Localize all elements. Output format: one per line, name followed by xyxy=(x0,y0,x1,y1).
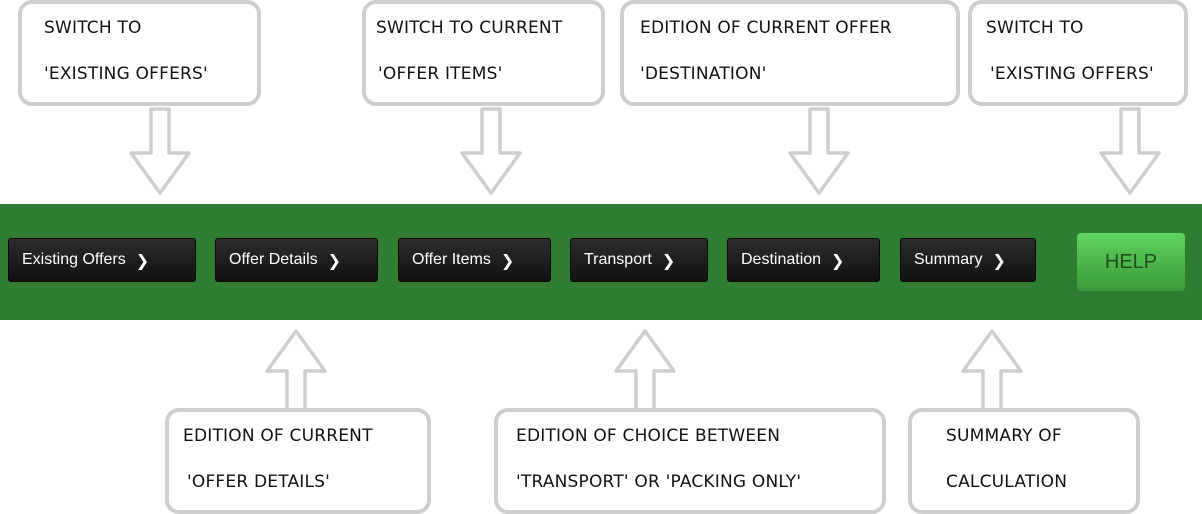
callout-line-2: 'DESTINATION' xyxy=(640,64,767,84)
callout-line-1: SWITCH TO xyxy=(986,18,1084,38)
callout-line-2: 'EXISTING OFFERS' xyxy=(44,64,208,84)
nav-label: Transport xyxy=(584,251,652,268)
callout-summary: SUMMARY OF CALCULATION xyxy=(908,408,1140,514)
nav-label: Summary xyxy=(914,251,983,268)
nav-label: Offer Details xyxy=(229,251,318,268)
nav-existing-offers-button[interactable]: Existing Offers ❯ xyxy=(8,238,196,282)
callout-existing-offers-left: SWITCH TO 'EXISTING OFFERS' xyxy=(18,0,261,106)
callout-offer-details: EDITION OF CURRENT 'OFFER DETAILS' xyxy=(165,408,431,514)
chevron-right-icon: ❯ xyxy=(135,250,150,270)
callout-line-1: SWITCH TO CURRENT xyxy=(376,18,563,38)
down-arrow-icon xyxy=(127,107,193,197)
down-arrow-icon xyxy=(458,107,524,197)
callout-line-1: SWITCH TO xyxy=(44,18,142,38)
callout-line-2: 'TRANSPORT' OR 'PACKING ONLY' xyxy=(516,472,802,492)
nav-label: Destination xyxy=(741,251,822,268)
nav-summary-button[interactable]: Summary ❯ xyxy=(900,238,1036,282)
callout-existing-offers-right: SWITCH TO 'EXISTING OFFERS' xyxy=(968,0,1188,106)
chevron-right-icon: ❯ xyxy=(327,250,342,270)
up-arrow-icon xyxy=(263,327,329,417)
nav-label: Existing Offers xyxy=(22,251,126,268)
callout-line-1: EDITION OF CURRENT xyxy=(183,426,373,446)
nav-offer-details-button[interactable]: Offer Details ❯ xyxy=(215,238,378,282)
nav-transport-button[interactable]: Transport ❯ xyxy=(570,238,708,282)
callout-line-1: EDITION OF CHOICE BETWEEN xyxy=(516,426,781,446)
callout-line-2: 'OFFER ITEMS' xyxy=(378,64,503,84)
callout-line-1: EDITION OF CURRENT OFFER xyxy=(640,18,892,38)
callout-transport-choice: EDITION OF CHOICE BETWEEN 'TRANSPORT' OR… xyxy=(494,408,886,514)
chevron-right-icon: ❯ xyxy=(661,250,676,270)
callout-line-2: 'OFFER DETAILS' xyxy=(187,472,331,492)
callout-destination: EDITION OF CURRENT OFFER 'DESTINATION' xyxy=(620,0,960,106)
callout-offer-items: SWITCH TO CURRENT 'OFFER ITEMS' xyxy=(362,0,605,106)
chevron-right-icon: ❯ xyxy=(500,250,515,270)
chevron-right-icon: ❯ xyxy=(831,250,845,270)
up-arrow-icon xyxy=(959,327,1025,417)
down-arrow-icon xyxy=(1097,107,1163,197)
nav-offer-items-button[interactable]: Offer Items ❯ xyxy=(398,238,551,282)
callout-line-2: CALCULATION xyxy=(946,472,1068,492)
nav-destination-button[interactable]: Destination ❯ xyxy=(727,238,880,282)
down-arrow-icon xyxy=(786,107,852,197)
navigation-bar: Existing Offers ❯ Offer Details ❯ Offer … xyxy=(0,204,1202,320)
nav-label: Offer Items xyxy=(412,251,491,268)
up-arrow-icon xyxy=(612,327,678,417)
help-button[interactable]: HELP xyxy=(1077,233,1185,291)
callout-line-2: 'EXISTING OFFERS' xyxy=(990,64,1154,84)
callout-line-1: SUMMARY OF xyxy=(946,426,1062,446)
chevron-right-icon: ❯ xyxy=(992,250,1006,270)
